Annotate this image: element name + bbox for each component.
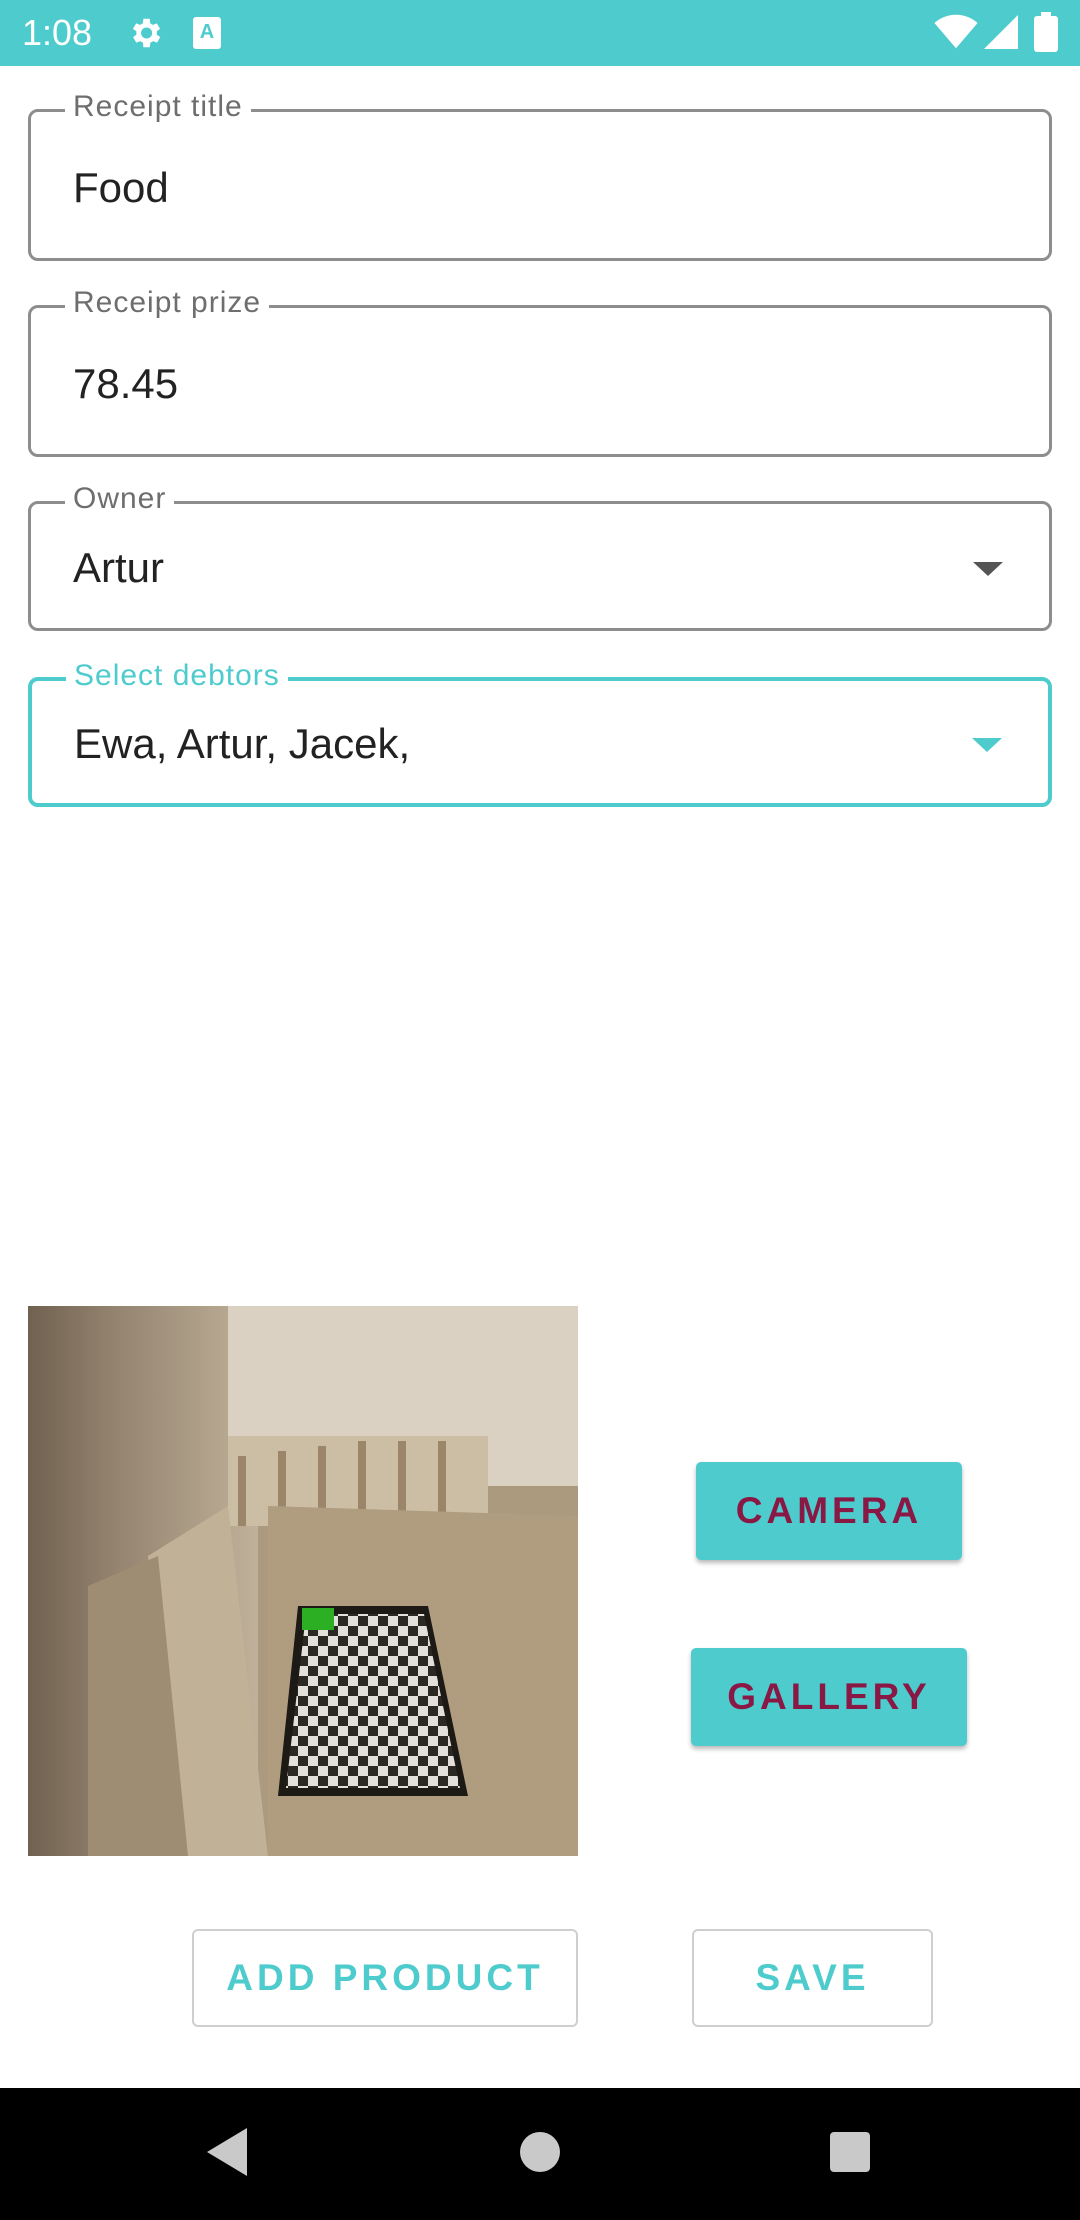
owner-dropdown[interactable]: Owner Artur xyxy=(28,482,1052,631)
receipt-title-label: Receipt title xyxy=(65,90,251,124)
debtors-label: Select debtors xyxy=(66,659,288,693)
owner-label: Owner xyxy=(65,482,175,516)
back-icon[interactable] xyxy=(207,2128,247,2176)
chevron-down-icon[interactable] xyxy=(972,738,1002,752)
receipt-title-value[interactable]: Food xyxy=(73,164,169,212)
receipt-price-label: Receipt prize xyxy=(65,286,270,320)
battery-icon xyxy=(1034,12,1058,52)
home-icon[interactable] xyxy=(520,2132,560,2172)
status-bar: 1:08 A xyxy=(0,0,1080,66)
receipt-edit-screen: 1:08 A Receipt title Food Receipt prize … xyxy=(0,0,1080,2220)
receipt-title-field[interactable]: Receipt title Food xyxy=(28,90,1052,261)
a-notification-icon: A xyxy=(193,17,221,49)
wifi-icon xyxy=(934,14,978,49)
debtors-value: Ewa, Artur, Jacek, xyxy=(74,720,411,767)
navigation-bar xyxy=(0,2088,1080,2220)
gear-icon xyxy=(132,18,161,48)
chevron-down-icon[interactable] xyxy=(973,562,1003,576)
recents-icon[interactable] xyxy=(830,2132,870,2172)
signal-icon xyxy=(984,15,1018,49)
receipt-photo xyxy=(28,1306,578,1856)
status-time: 1:08 xyxy=(22,12,93,53)
save-button[interactable]: SAVE xyxy=(692,1929,933,2027)
receipt-price-field[interactable]: Receipt prize 78.45 xyxy=(28,286,1052,457)
camera-button[interactable]: CAMERA xyxy=(696,1462,962,1560)
gallery-button[interactable]: GALLERY xyxy=(691,1648,967,1746)
debtors-dropdown[interactable]: Select debtors Ewa, Artur, Jacek, xyxy=(28,659,1052,807)
receipt-price-value[interactable]: 78.45 xyxy=(73,360,178,408)
owner-value: Artur xyxy=(73,544,165,591)
add-product-button[interactable]: ADD PRODUCT xyxy=(192,1929,578,2027)
